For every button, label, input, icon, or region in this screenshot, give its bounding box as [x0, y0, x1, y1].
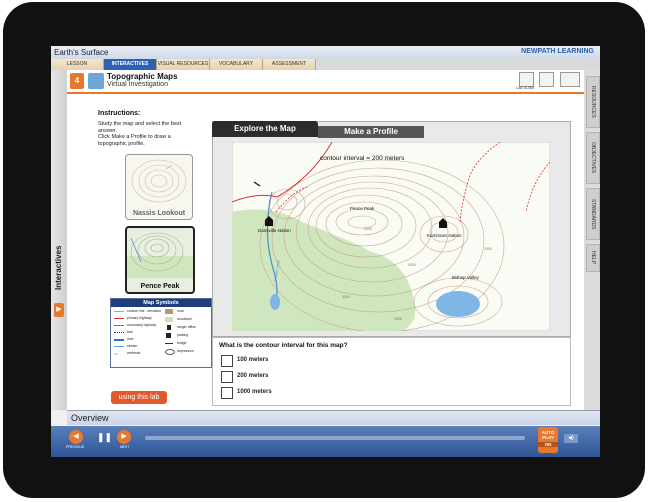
map-label-pence-peak: Pence Peak	[350, 206, 375, 211]
interactives-rail-label: Interactives	[54, 245, 63, 290]
secondary-highway-swatch	[114, 325, 124, 329]
app-title-bar: Earth's Surface NEWPATH LEARNING	[51, 46, 600, 59]
activity-subtitle: Virtual Investigation	[107, 81, 168, 88]
contour-interval-label: contour interval = 200 meters	[320, 155, 405, 162]
wetlands-swatch: ≈≈	[114, 351, 119, 356]
activity-title: Topographic Maps	[107, 72, 178, 81]
rail-tab-resources[interactable]: RESOURCES	[586, 76, 600, 128]
activity-number: 4	[70, 73, 84, 89]
option-checkbox[interactable]	[221, 371, 233, 383]
thumbnail-map	[131, 159, 187, 203]
elevation-label: 2000	[394, 317, 402, 321]
overview-bar[interactable]: Overview	[67, 410, 600, 425]
progress-track[interactable]	[145, 436, 525, 440]
activity-header: 4 Topographic Maps Virtual Investigation…	[67, 70, 584, 94]
legend-item: stream	[127, 344, 138, 348]
legend-item: wetlands	[127, 351, 141, 355]
pause-icon[interactable]: ❚❚	[97, 432, 112, 442]
legend-item: mud	[177, 309, 184, 313]
thumbnail-pence-peak[interactable]: Pence Peak	[125, 226, 195, 294]
print-icon[interactable]	[539, 72, 554, 87]
elevation-label: 4000	[364, 227, 372, 231]
topographic-map[interactable]: contour interval = 200 meters Pence Peak…	[232, 142, 550, 331]
legend-item: bridge	[177, 341, 187, 345]
thumbnail-label: Pence Peak	[140, 283, 180, 290]
bridge-icon	[165, 343, 173, 347]
legend-item: secondary highway	[127, 323, 157, 327]
using-this-lab-button[interactable]: using this lab	[111, 391, 167, 404]
autoplay-button[interactable]: AUTO PLAY ON	[538, 427, 558, 453]
thumbnail-map	[127, 232, 193, 278]
legend-title: Map Symbols	[111, 299, 211, 307]
activity-icon	[88, 73, 104, 89]
stream-swatch	[114, 346, 124, 350]
brand-logo: NEWPATH LEARNING	[521, 48, 594, 55]
legend-item: contour line - elevation	[127, 309, 162, 313]
tab-vocabulary[interactable]: VOCABULARY	[210, 59, 263, 70]
river-swatch	[114, 339, 124, 344]
wetlands	[436, 291, 480, 317]
map-label-bishop-valley: Bishop Valley	[452, 275, 480, 280]
depression-icon	[165, 349, 175, 355]
ranger-office-icon	[167, 325, 171, 330]
trail-swatch	[114, 332, 124, 336]
elevation-label: 2000	[484, 247, 492, 251]
rail-tab-objectives[interactable]: OBJECTIVES	[586, 132, 600, 184]
lab-guide-label: LAB GUIDE	[516, 86, 535, 90]
right-rail: RESOURCES OBJECTIVES STANDARDS HELP	[584, 70, 600, 410]
tab-lesson[interactable]: LESSON	[51, 59, 104, 70]
tab-assessment[interactable]: ASSESSMENT	[263, 59, 316, 70]
previous-button[interactable]: ◀	[69, 430, 83, 444]
legend-item: woodland	[177, 317, 192, 321]
option-label[interactable]: 100 meters	[237, 357, 268, 363]
collapse-arrow-icon[interactable]: ▶	[54, 303, 64, 317]
map-label-dansville-station: Dansville station	[258, 228, 291, 233]
previous-label: PREVIOUS	[66, 445, 85, 449]
question-text: What is the contour interval for this ma…	[219, 342, 348, 349]
app-title: Earth's Surface	[54, 48, 109, 57]
next-label: NEXT	[120, 445, 130, 449]
tab-visual-resources[interactable]: VISUAL RESOURCES	[157, 59, 210, 70]
legend-item: primary highway	[127, 316, 152, 320]
contour-line-swatch	[114, 311, 124, 315]
map-symbols-legend: Map Symbols contour line - elevation pri…	[110, 298, 212, 368]
tab-interactives[interactable]: INTERACTIVES	[104, 59, 157, 70]
main-tabs: LESSON INTERACTIVES VISUAL RESOURCES VOC…	[51, 59, 600, 70]
parking-icon	[166, 333, 171, 338]
thumbnail-label: Nassis Lookout	[132, 210, 186, 217]
tab-make-a-profile[interactable]: Make a Profile	[318, 126, 424, 138]
option-checkbox[interactable]	[221, 387, 233, 399]
legend-item: depression	[177, 349, 194, 353]
app-screen: Earth's Surface NEWPATH LEARNING LESSON …	[51, 46, 600, 457]
mud-swatch	[165, 309, 173, 314]
option-checkbox[interactable]	[221, 355, 233, 367]
legend-item: parking	[177, 333, 189, 337]
lake	[270, 294, 280, 310]
rail-tab-standards[interactable]: STANDARDS	[586, 188, 600, 240]
player-controls: ◀ PREVIOUS ❚❚ ▶ NEXT AUTO PLAY ON ◀)	[51, 426, 600, 457]
elevation-label: 3000	[342, 295, 350, 299]
rail-tab-help[interactable]: HELP	[586, 244, 600, 272]
lab-guide-icon[interactable]	[519, 72, 534, 87]
elevation-label: 3000	[408, 263, 416, 267]
legend-item: trail	[127, 330, 133, 334]
next-button[interactable]: ▶	[117, 430, 131, 444]
map-label-kurtztown-station: Kurtztown station	[427, 233, 462, 238]
option-label[interactable]: 200 meters	[237, 373, 268, 379]
option-label[interactable]: 1000 meters	[237, 389, 272, 395]
woodland-swatch	[165, 317, 173, 322]
tab-explore-the-map[interactable]: Explore the Map	[212, 121, 318, 137]
legend-item: ranger office	[177, 325, 196, 329]
left-rail: Interactives ▶	[51, 70, 67, 410]
check-icon[interactable]	[560, 72, 580, 87]
question-box: What is the contour interval for this ma…	[212, 337, 571, 406]
volume-icon[interactable]: ◀)	[564, 434, 578, 443]
instructions-text: Study the map and select the best answer…	[98, 121, 182, 147]
instructions-title: Instructions:	[98, 110, 141, 117]
primary-highway-swatch	[114, 318, 124, 322]
thumbnail-nassis-lookout[interactable]: Nassis Lookout	[125, 154, 193, 220]
legend-item: river	[127, 337, 134, 341]
